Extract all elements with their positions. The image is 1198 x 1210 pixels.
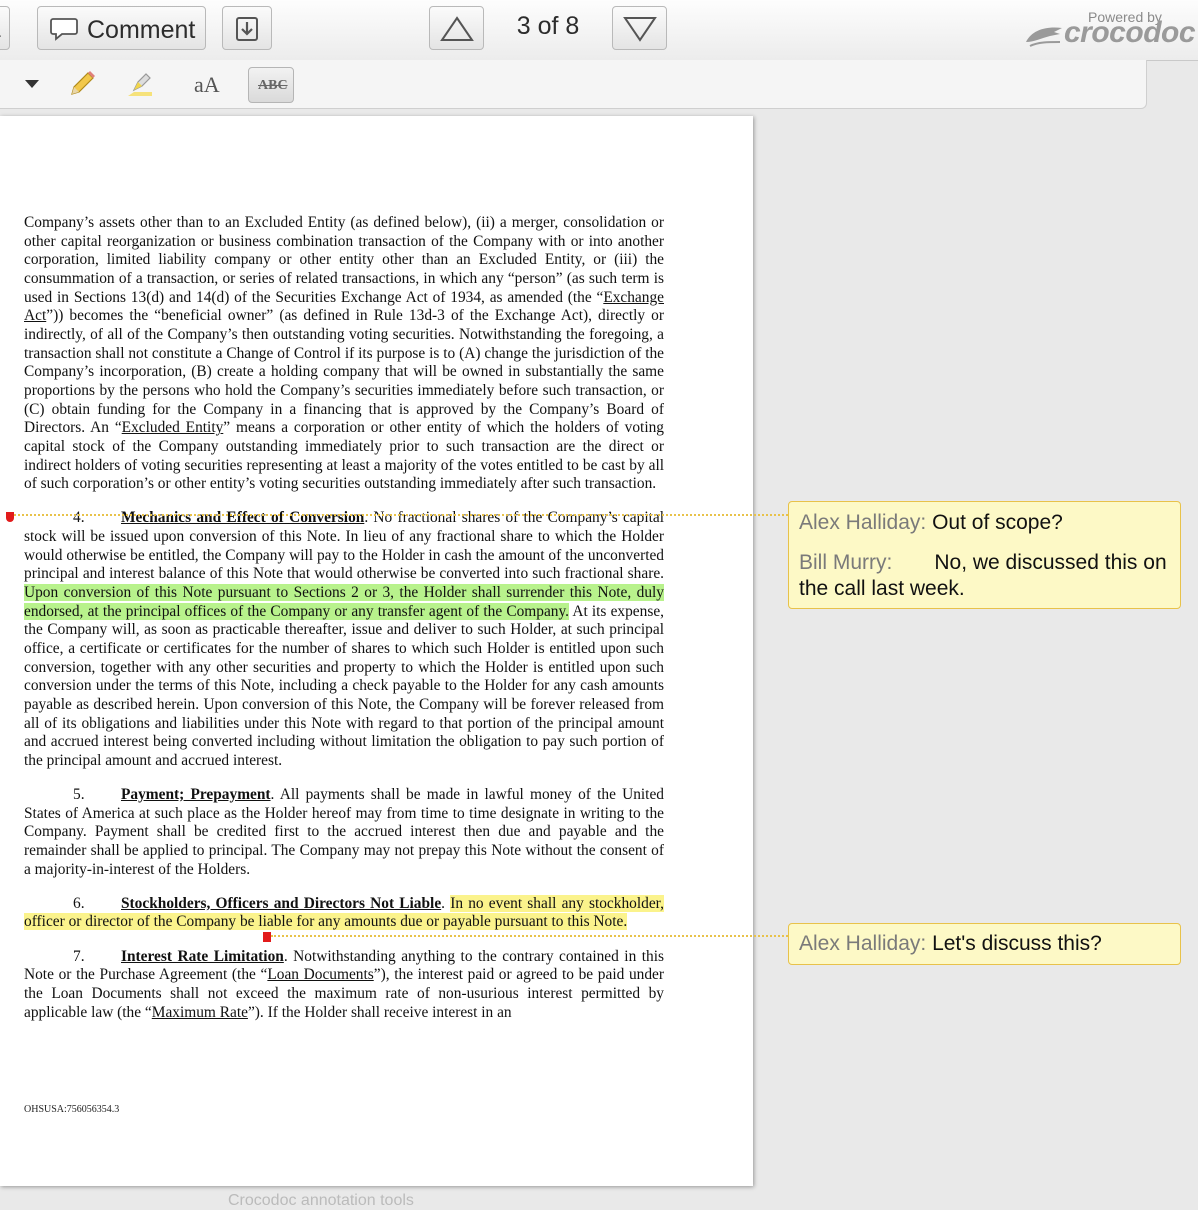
section-heading: Payment; Prepayment xyxy=(121,786,271,804)
comment-button[interactable]: Comment xyxy=(37,6,206,50)
comment-thread[interactable]: Alex Halliday: Out of scope? Bill Murry:… xyxy=(788,501,1181,609)
section-4: 4. Mechanics and Effect of Conversion. No… xyxy=(24,509,664,769)
comment-text: Out of scope? xyxy=(932,511,1063,534)
annotation-toolbar: aA ABC xyxy=(0,60,1147,109)
annotation-connector xyxy=(271,935,788,937)
annotation-connector xyxy=(14,514,788,516)
comment: Alex Halliday: Out of scope? xyxy=(799,510,1170,536)
speech-bubble-icon xyxy=(50,18,78,41)
comment-author: Alex Halliday: xyxy=(799,932,927,955)
chevron-down-icon[interactable] xyxy=(24,79,40,89)
bottom-hint-text: Crocodoc annotation tools xyxy=(228,1192,414,1209)
text-size-button[interactable]: aA xyxy=(194,72,220,98)
section-6: 6. Stockholders, Officers and Directors N… xyxy=(24,894,665,931)
page-indicator: 3 of 8 xyxy=(516,12,580,40)
download-icon xyxy=(236,17,258,41)
section-heading: Stockholders, Officers and Directors Not… xyxy=(121,894,442,912)
annotation-marker[interactable] xyxy=(263,932,271,942)
search-icon xyxy=(0,35,1,37)
triangle-down-icon xyxy=(623,17,657,42)
comment-button-label: Comment xyxy=(87,16,196,44)
section-heading: Mechanics and Effect of Conversion xyxy=(121,509,365,527)
previous-page-button[interactable] xyxy=(429,6,484,50)
strikethrough-button[interactable]: ABC xyxy=(248,67,294,103)
document-text: Company’s assets other than to an Exclud… xyxy=(24,214,665,1022)
comment-text: Let's discuss this? xyxy=(932,932,1102,955)
section-7: 7. Interest Rate Limitation. Notwithstand… xyxy=(24,947,664,1021)
triangle-up-icon xyxy=(440,16,474,41)
annotation-marker[interactable] xyxy=(6,512,14,522)
top-toolbar: Comment 3 of 8 Powered by crocodoc xyxy=(0,0,1198,61)
green-highlight[interactable]: Upon conversion of this Note pursuant to… xyxy=(24,583,664,620)
paragraph-change-of-control: Company’s assets other than to an Exclud… xyxy=(24,214,664,493)
crocodile-logo-icon xyxy=(1026,27,1062,47)
document-footer-id: OHSUSA:756056354.3 xyxy=(24,1104,120,1115)
comment-author: Alex Halliday: xyxy=(799,511,927,534)
strikethrough-icon: ABC xyxy=(258,78,288,93)
search-button[interactable] xyxy=(0,6,10,50)
comment-thread[interactable]: Alex Halliday: Let's discuss this? xyxy=(788,923,1181,965)
section-5: 5. Payment; Prepayment. All payments shal… xyxy=(24,786,664,878)
download-button[interactable] xyxy=(222,6,272,50)
highlighter-icon[interactable] xyxy=(124,68,156,100)
comment-reply: Bill Murry: No, we discussed this on the … xyxy=(799,550,1170,602)
crocodoc-logo: crocodoc xyxy=(1024,14,1196,54)
document-page: Company’s assets other than to an Exclud… xyxy=(0,116,753,1186)
pencil-icon[interactable] xyxy=(66,68,98,100)
brand-wordmark: crocodoc xyxy=(1064,16,1196,49)
next-page-button[interactable] xyxy=(612,6,667,50)
comment-author: Bill Murry: xyxy=(799,551,893,574)
section-heading: Interest Rate Limitation xyxy=(121,947,284,965)
